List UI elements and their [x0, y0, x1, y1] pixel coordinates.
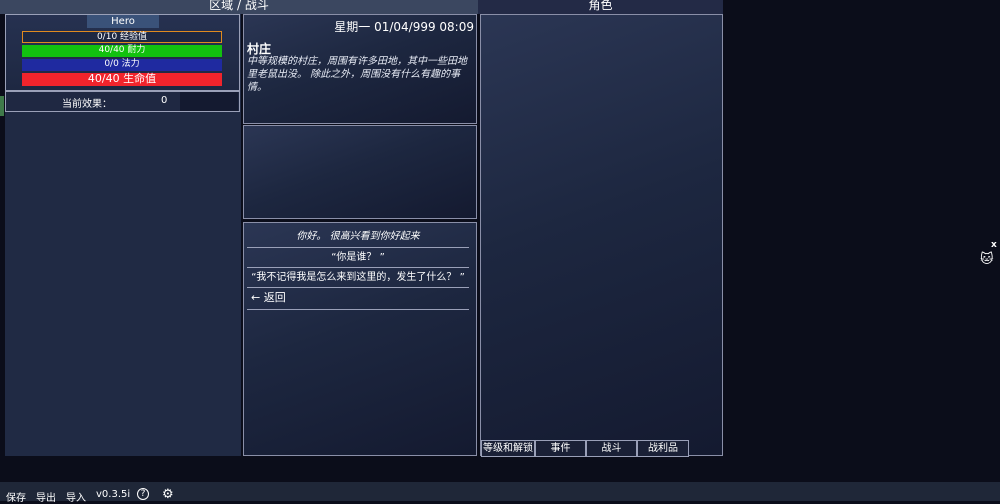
tab-level-unlocks[interactable]: 等级和解锁: [481, 440, 535, 457]
mana-bar: 0/0 法力: [22, 59, 222, 71]
tab-area-combat[interactable]: 区域 / 战斗: [0, 0, 478, 14]
tab-combat[interactable]: 战斗: [586, 440, 637, 457]
hp-bar: 40/40 生命值: [22, 73, 222, 86]
location-description: 中等规模的村庄，周围有许多田地，其中一些田地里老鼠出没。 除此之外，周围没有什么…: [247, 56, 467, 93]
dialogue-option-who[interactable]: “你是谁？ ”: [247, 248, 469, 268]
cat-icon[interactable]: 🐱: [980, 252, 994, 267]
version-label: v0.3.5i: [96, 489, 131, 500]
effects-value: 0: [161, 95, 168, 106]
datetime: 星期一 01/04/999 08:09: [334, 20, 474, 34]
export-button[interactable]: 导出: [36, 489, 56, 504]
tab-loot[interactable]: 战利品: [637, 440, 689, 457]
tab-character[interactable]: 角色: [478, 0, 723, 14]
dialogue-option-what-happened[interactable]: “我不记得我是怎么来到这里的，发生了什么？ ”: [247, 268, 469, 288]
gear-icon[interactable]: ⚙: [162, 487, 174, 502]
dialogue-greeting: 你好。 很高兴看到你好起来: [247, 227, 469, 248]
back-button[interactable]: ← 返回: [247, 288, 469, 310]
stamina-bar: 40/40 耐力: [22, 45, 222, 57]
effects-value-box: [180, 92, 238, 111]
bottom-bar: [0, 482, 1000, 501]
import-button[interactable]: 导入: [66, 489, 86, 504]
help-icon[interactable]: ?: [137, 488, 149, 500]
character-panel: [480, 14, 723, 456]
exp-bar: 0/10 经验值: [22, 31, 222, 43]
effects-label: 当前效果：: [62, 99, 112, 110]
back-arrow-icon: ←: [251, 291, 261, 304]
back-label: 返回: [263, 291, 286, 304]
tab-events[interactable]: 事件: [535, 440, 586, 457]
close-icon[interactable]: x: [991, 240, 997, 250]
side-accent: [0, 96, 4, 116]
hero-name: Hero: [87, 15, 159, 28]
middle-panel: [243, 125, 477, 219]
save-button[interactable]: 保存: [6, 489, 26, 504]
